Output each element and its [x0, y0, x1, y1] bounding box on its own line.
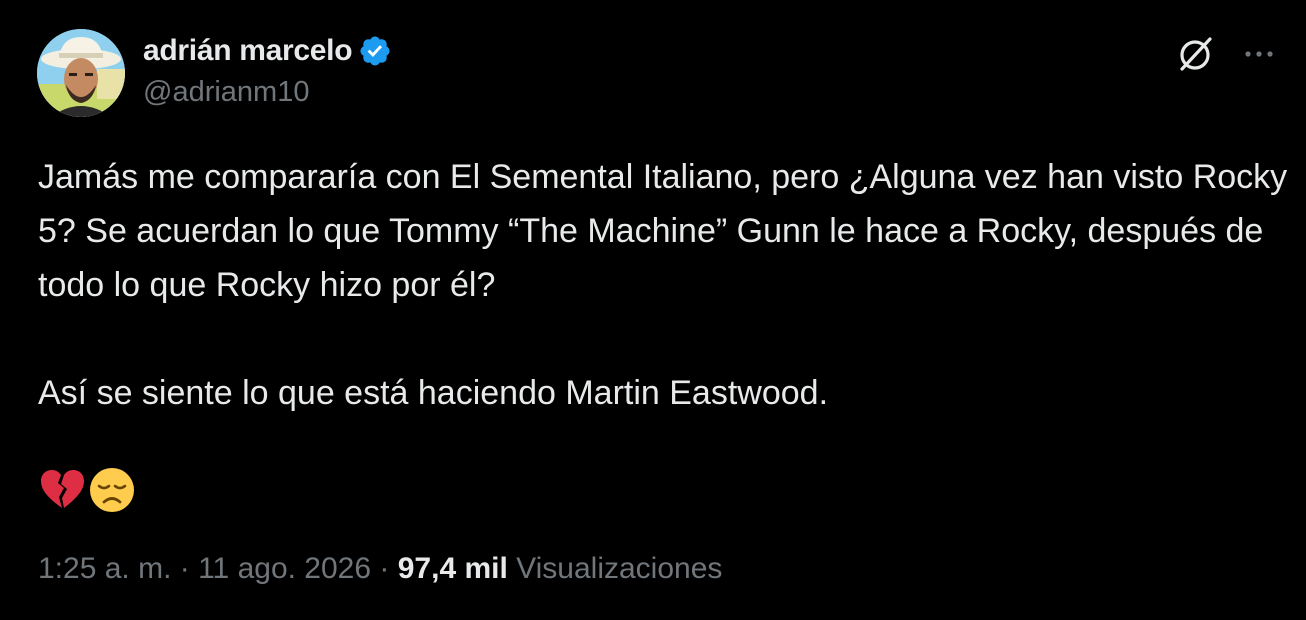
tweet-paragraph: Jamás me compararía con El Semental Ital…	[38, 158, 1288, 304]
views-count: 97,4 mil	[397, 552, 508, 585]
tweet-emojis	[38, 466, 136, 514]
tweet-meta: 1:25 a. m. · 11 ago. 2026 · 97,4 mil Vis…	[38, 552, 722, 586]
tweet-time[interactable]: 1:25 a. m.	[38, 552, 171, 585]
avatar-image	[37, 29, 125, 117]
meta-separator: ·	[179, 552, 190, 585]
avatar[interactable]	[37, 29, 125, 117]
tweet-paragraph: Así se siente lo que está haciendo Marti…	[38, 374, 829, 412]
author-display-name[interactable]: adrián marcelo	[143, 34, 353, 68]
views-label[interactable]: Visualizaciones	[516, 552, 722, 585]
verified-badge-icon[interactable]	[358, 34, 392, 68]
meta-separator: ·	[379, 552, 390, 585]
grok-icon[interactable]	[1176, 34, 1216, 74]
broken-heart-icon	[38, 466, 86, 514]
author-handle[interactable]: @adrianm10	[143, 76, 309, 109]
tweet-text: Jamás me compararía con El Semental Ital…	[38, 150, 1288, 420]
tweet-card: adrián marcelo @adrianm10 Jamás me compa…	[0, 0, 1306, 620]
more-options-icon[interactable]	[1242, 37, 1276, 71]
author-name-row: adrián marcelo	[143, 33, 392, 69]
tweet-top-actions	[1176, 34, 1276, 74]
disappointed-face-icon	[88, 466, 136, 514]
tweet-date[interactable]: 11 ago. 2026	[198, 552, 371, 585]
